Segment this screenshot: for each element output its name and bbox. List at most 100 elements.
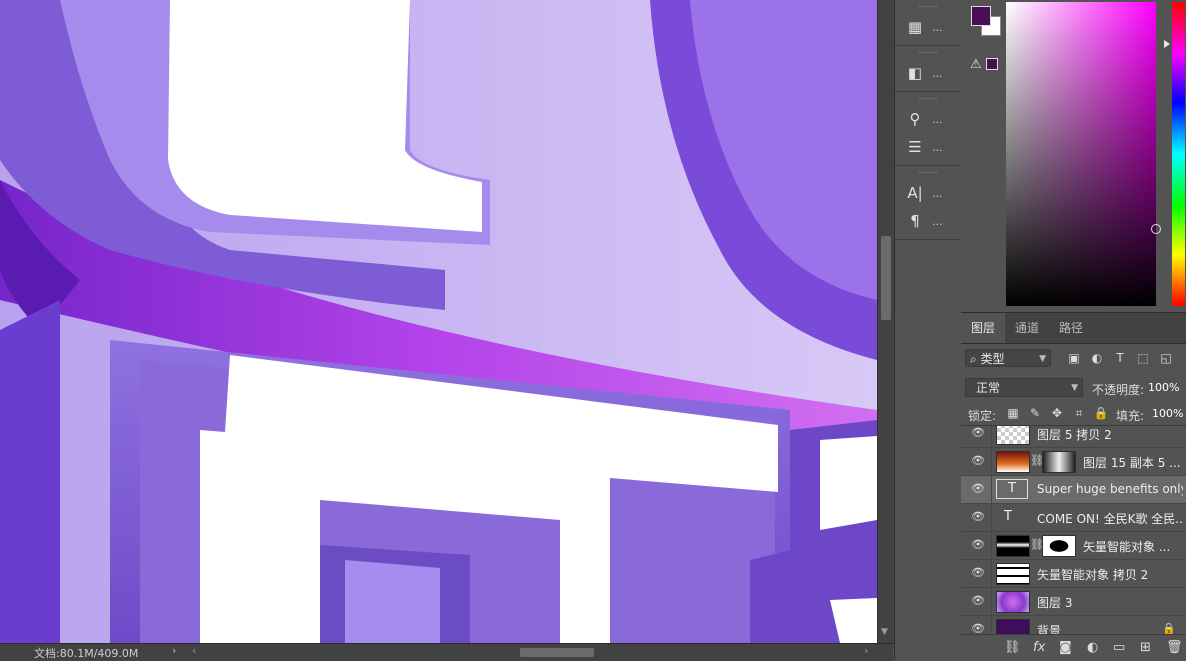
visibility-eye-icon[interactable]: 👁 [971,483,985,495]
visibility-eye-icon[interactable]: 👁 [971,623,985,635]
horizontal-scroll-thumb[interactable] [520,648,594,657]
visibility-eye-icon[interactable]: 👁 [971,567,985,579]
dock-grip[interactable] [919,52,937,55]
fill-input[interactable]: 100% [1152,407,1183,420]
layer-row[interactable]: 👁 ⛓ 矢量智能对象 ... [961,532,1186,560]
filter-smart-object-icon[interactable]: ◱ [1159,351,1173,365]
dock-expand-dots: ... [932,187,943,200]
layer-row[interactable]: 👁 图层 3 [961,588,1186,616]
horizontal-scrollbar[interactable] [192,648,872,657]
layer-row[interactable]: 👁 图层 5 拷贝 2 [961,426,1186,448]
filter-type-icon[interactable]: T [1113,351,1127,365]
visibility-eye-icon[interactable]: 👁 [971,511,985,523]
dock-expand-dots: ... [932,21,943,34]
tab-paths[interactable]: 路径 [1049,313,1093,343]
document-size-info: 文档:80.1M/409.0M [34,647,139,660]
layer-name: 矢量智能对象 ... [1083,540,1171,554]
visibility-eye-icon[interactable]: 👁 [971,427,985,439]
layer-mask-thumbnail[interactable] [1042,451,1076,473]
color-picker-ring[interactable] [1151,224,1161,234]
status-menu-chevron-icon[interactable]: › [172,644,176,657]
layer-thumbnail [996,591,1030,613]
lock-image-icon[interactable]: ✎ [1027,405,1043,421]
layer-row-selected[interactable]: 👁 T Super huge benefits only t... [961,476,1186,504]
document-canvas[interactable] [0,0,877,643]
vertical-scroll-thumb[interactable] [881,236,891,320]
fill-label: 填充: [1116,409,1145,423]
dock-grip[interactable] [919,98,937,101]
layer-effects-icon[interactable]: fx [1033,640,1045,655]
dock-tool-paragraph[interactable]: ¶ ... [895,207,961,235]
lock-position-icon[interactable]: ✥ [1049,405,1065,421]
filter-adjustment-icon[interactable]: ◐ [1090,351,1104,365]
lock-row: 锁定: ▦ ✎ ✥ ⌗ 🔒 填充: 100% [961,403,1186,426]
dock-group-4: A| ... ¶ ... [895,166,961,240]
dock-grip[interactable] [919,172,937,175]
layer-name: 背景 [1037,624,1062,634]
status-bar: 文档:80.1M/409.0M › ‹ › [0,643,893,661]
lock-transparency-icon[interactable]: ▦ [1005,405,1021,421]
visibility-eye-icon[interactable]: 👁 [971,455,985,467]
layer-lock-icon: 🔒 [1162,622,1176,634]
adjust-sliders-icon: ☰ [908,138,922,156]
layer-row[interactable]: 👁 背景 🔒 [961,616,1186,634]
filter-pixel-icon[interactable]: ▣ [1067,351,1081,365]
row-divider [991,560,992,587]
text-layer-icon: T [996,479,1028,499]
add-mask-icon[interactable]: ◙ [1059,640,1072,655]
hue-slider[interactable] [1172,2,1185,306]
vertical-scrollbar[interactable]: ▼ [877,0,894,643]
dock-tool-3d[interactable]: ▦ ... [895,13,961,41]
row-divider [991,616,992,634]
tab-channels[interactable]: 通道 [1005,313,1049,343]
lock-all-icon[interactable]: 🔒 [1093,405,1109,421]
layer-filter-label: 类型 [980,352,1005,366]
blend-mode-row: 正常 ▼ 不透明度: 100% [961,375,1186,399]
layers-panel-tabs: 图层 通道 路径 [961,313,1186,344]
lock-artboard-icon[interactable]: ⌗ [1071,405,1087,421]
dock-grip[interactable] [919,6,937,9]
dock-expand-dots: ... [932,67,943,80]
chevron-down-icon: ▼ [1071,383,1078,393]
hue-pointer-icon [1164,40,1170,48]
chevron-down-icon: ▼ [1039,354,1046,364]
visibility-eye-icon[interactable]: 👁 [971,539,985,551]
tab-layers[interactable]: 图层 [961,313,1005,343]
visibility-eye-icon[interactable]: 👁 [971,595,985,607]
opacity-input[interactable]: 100% [1148,381,1179,394]
dock-expand-dots: ... [932,141,943,154]
adjustment-layer-icon[interactable]: ◐ [1087,640,1098,655]
foreground-color-swatch[interactable] [971,6,991,26]
new-layer-icon[interactable]: ⊞ [1140,640,1151,655]
dock-tool-character[interactable]: A| ... [895,179,961,207]
layers-bottom-toolbar: ⛓ fx ◙ ◐ ▭ ⊞ 🗑 [961,634,1186,661]
brush-presets-icon: ⚲ [909,110,921,128]
scroll-right-icon[interactable]: › [864,644,868,657]
layer-filter-row: ⌕ 类型 ▼ ▣ ◐ T ⬚ ◱ [961,346,1186,370]
layer-name: 图层 5 拷贝 2 [1037,428,1112,442]
dock-tool-brush-presets[interactable]: ⚲ ... [895,105,961,133]
paragraph-icon: ¶ [910,212,920,230]
scroll-down-icon[interactable]: ▼ [881,627,888,637]
layer-thumbnail [996,535,1030,557]
layer-row[interactable]: 👁 ⛓ 图层 15 副本 5 ... [961,448,1186,476]
dock-tool-properties[interactable]: ◧ ... [895,59,961,87]
gamut-warning-icon[interactable]: ⚠ [970,57,982,72]
filter-shape-icon[interactable]: ⬚ [1136,351,1150,365]
dock-group-3: ⚲ ... ☰ ... [895,92,961,166]
blend-mode-select[interactable]: 正常 ▼ [965,378,1083,397]
color-field[interactable] [1006,2,1161,306]
new-group-icon[interactable]: ▭ [1113,640,1125,655]
layer-mask-thumbnail[interactable] [1042,535,1076,557]
text-layer-icon: T [1004,509,1012,524]
gamut-correction-swatch[interactable] [986,58,998,70]
dock-tool-adjustments[interactable]: ☰ ... [895,133,961,161]
layer-filter-select[interactable]: ⌕ 类型 ▼ [965,349,1051,367]
dock-group-2: ◧ ... [895,46,961,92]
layer-row[interactable]: 👁 T COME ON! 全民K歌 全民... [961,504,1186,532]
delete-layer-icon[interactable]: 🗑 [1166,640,1183,655]
link-layers-icon[interactable]: ⛓ [1004,640,1021,655]
layer-name: 图层 15 副本 5 ... [1083,456,1181,470]
color-panel: ⚠ [961,0,1186,313]
layer-row[interactable]: 👁 矢量智能对象 拷贝 2 [961,560,1186,588]
